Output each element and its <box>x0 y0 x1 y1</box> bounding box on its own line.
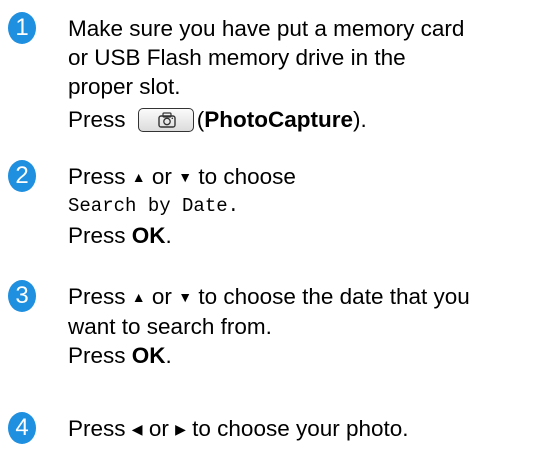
instruction-tail: to choose <box>198 164 296 189</box>
photo-capture-button <box>137 108 194 132</box>
left-arrow-icon: ◀ <box>131 421 143 437</box>
press-text: Press <box>68 343 126 368</box>
ok-key-label: OK <box>131 343 166 368</box>
press-text: Press <box>68 107 126 132</box>
instruction-line: Press OK. <box>68 221 530 250</box>
or-text: or <box>151 284 172 309</box>
instruction-tail: to choose the date that you <box>198 284 470 309</box>
instruction-line: proper slot. <box>68 74 181 99</box>
press-text: Press <box>68 416 126 441</box>
step-1-text: Make sure you have put a memory card or … <box>68 14 530 134</box>
down-arrow-icon: ▼ <box>178 169 193 185</box>
press-text: Press <box>68 284 126 309</box>
instruction-line: or USB Flash memory drive in the <box>68 45 406 70</box>
step-number: 4 <box>15 414 29 441</box>
instruction-tail: to choose your photo. <box>192 416 409 441</box>
camera-icon <box>158 112 176 128</box>
step-number: 3 <box>15 282 29 309</box>
or-text: or <box>151 164 172 189</box>
down-arrow-icon: ▼ <box>178 289 193 305</box>
instruction-line: Press ◀ or ▶ to choose your photo. <box>68 414 530 444</box>
photo-capture-label: PhotoCapture <box>204 107 354 132</box>
up-arrow-icon: ▲ <box>131 289 146 305</box>
step-number-badge: 2 <box>8 160 36 192</box>
step-4-text: Press ◀ or ▶ to choose your photo. <box>68 414 530 444</box>
step-number: 1 <box>15 14 29 41</box>
up-arrow-icon: ▲ <box>131 169 146 185</box>
ok-key-label: OK <box>131 223 166 248</box>
step-2-text: Press ▲ or ▼ to choose Search by Date. P… <box>68 162 530 250</box>
press-text: Press <box>68 164 126 189</box>
step-number-badge: 1 <box>8 12 36 44</box>
instruction-line: Press ▲ or ▼ to choose the date that you <box>68 282 530 312</box>
right-arrow-icon: ▶ <box>175 421 186 437</box>
instruction-line: Press OK. <box>68 341 530 370</box>
step-number: 2 <box>15 162 29 189</box>
press-text: Press <box>68 223 126 248</box>
step-3-text: Press ▲ or ▼ to choose the date that you… <box>68 282 530 370</box>
instruction-line: Press ▲ or ▼ to choose <box>68 162 530 192</box>
lcd-display-text: Search by Date. <box>68 195 240 217</box>
paren-close: ). <box>353 107 367 132</box>
instruction-line: Make sure you have put a memory card <box>68 16 465 41</box>
period: . <box>165 223 172 248</box>
step-number-badge: 4 <box>8 412 36 444</box>
instruction-line: want to search from. <box>68 314 272 339</box>
instruction-line: Press (PhotoCapture). <box>68 105 530 134</box>
or-text: or <box>148 416 169 441</box>
step-number-badge: 3 <box>8 280 36 312</box>
period: . <box>165 343 172 368</box>
